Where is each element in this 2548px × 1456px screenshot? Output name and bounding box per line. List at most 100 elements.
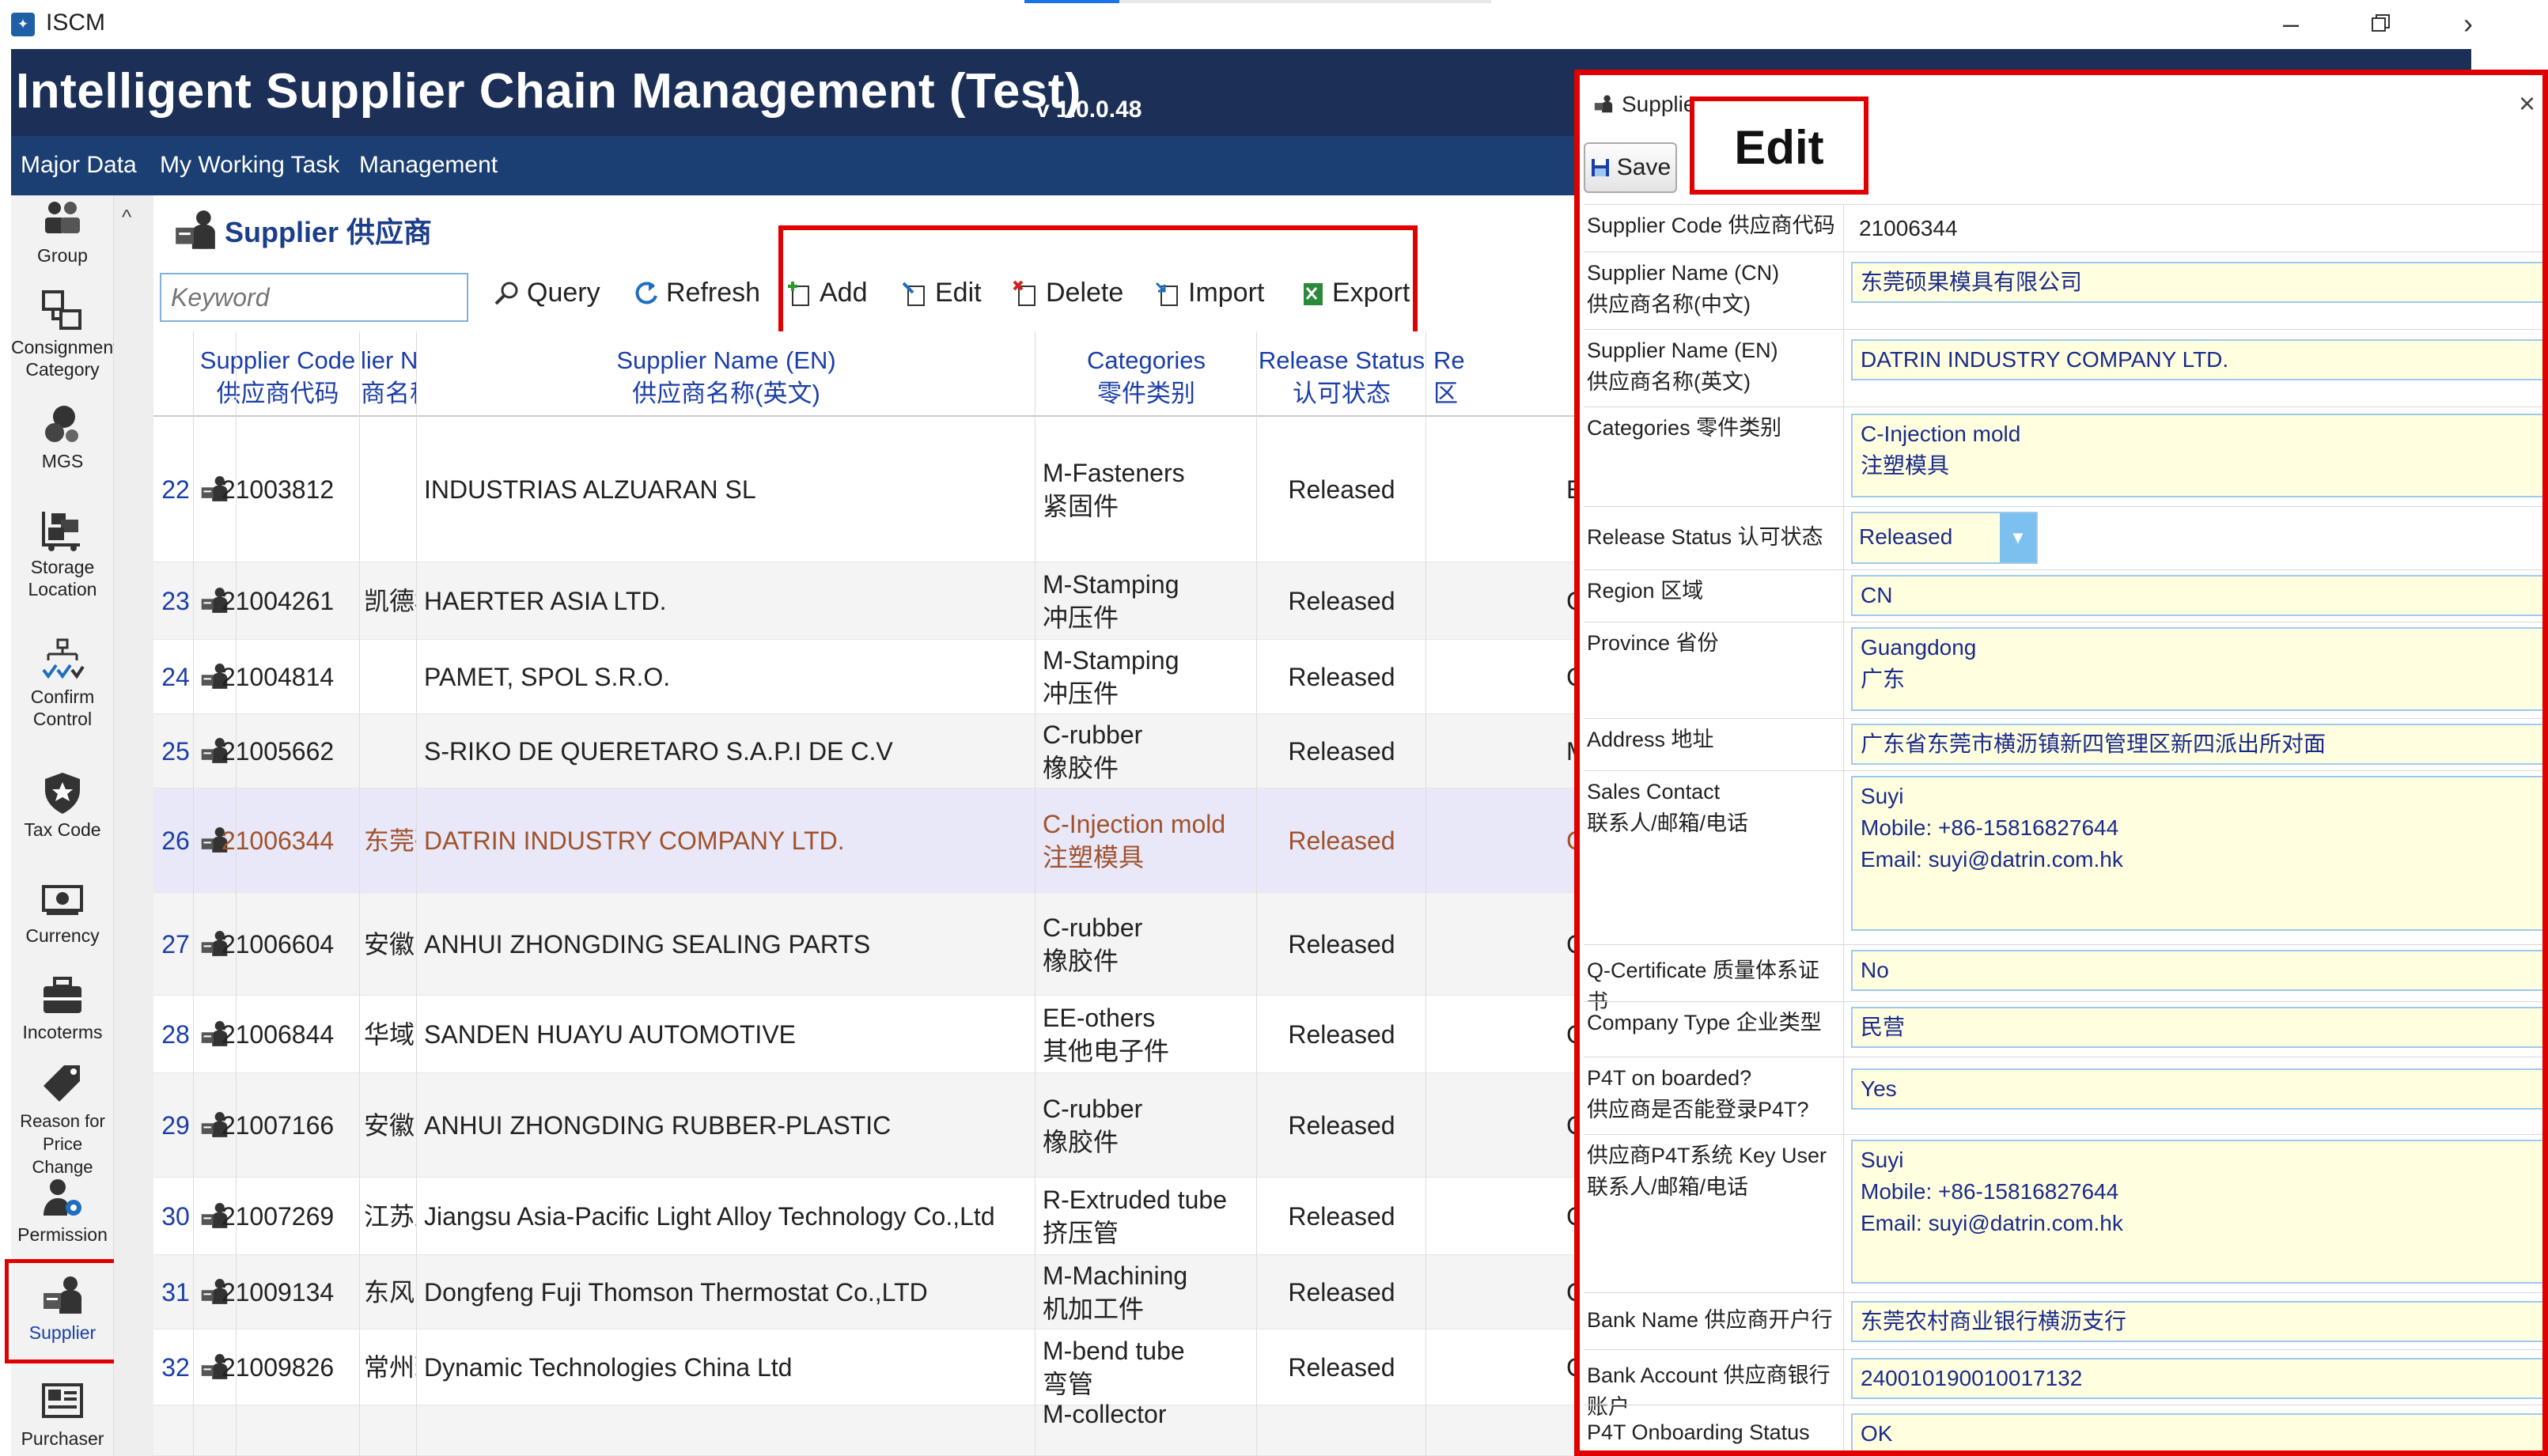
form-row-company-type: Company Type 企业类型 民营	[1584, 1001, 2548, 1057]
query-button[interactable]: Query	[494, 278, 600, 308]
table-row[interactable]: 22 21003812 INDUSTRIAS ALZUARAN SL M-Fasten…	[153, 417, 1577, 562]
cell-categories: C-rubber 橡胶件	[1043, 1095, 1143, 1156]
row-number: 31	[161, 1278, 190, 1307]
supplier-icon	[176, 210, 215, 249]
menu-item-management[interactable]: Management	[359, 152, 498, 179]
sidebar-item-storage-location[interactable]: Storage Location	[11, 509, 114, 600]
sidebar-item-permission[interactable]: Permission	[11, 1176, 114, 1246]
p4t-onboarding-status-field[interactable]: OK	[1851, 1413, 2548, 1454]
cell-supplier-code: 21006344	[221, 826, 335, 855]
sidebar-item-incoterms[interactable]: Incoterms	[11, 974, 114, 1043]
sidebar-scrollbar[interactable]: ^	[114, 195, 153, 1456]
chevron-right-icon[interactable]: ›	[2444, 6, 2492, 41]
cell-supplier-name-en: Dynamic Technologies China Ltd	[424, 1353, 793, 1382]
cell-supplier-name-cn: 华域三电	[364, 1020, 416, 1049]
field-label: Categories 零件类别	[1587, 416, 1782, 440]
supplier-name-en-field[interactable]: DATRIN INDUSTRY COMPANY LTD.	[1851, 339, 2548, 380]
address-field[interactable]: 广东省东莞市横沥镇新四管理区新四派出所对面	[1851, 724, 2548, 765]
sidebar-item-label: Purchaser	[21, 1428, 104, 1449]
col-header-supplier-name-cn[interactable]: lier Name商名称(中	[361, 344, 416, 410]
cell-region: C	[1566, 663, 1577, 691]
sidebar-item-currency[interactable]: Currency	[11, 877, 114, 947]
form-row-region: Region 区域 CN	[1584, 569, 2548, 622]
form-row-province: Province 省份 Guangdong 广东	[1584, 622, 2548, 718]
sidebar-item-reason-price-change[interactable]: Reason for Price Change	[11, 1062, 114, 1178]
company-type-field[interactable]: 民营	[1851, 1007, 2548, 1048]
maximize-icon[interactable]	[2357, 6, 2405, 41]
price-change-tag-icon	[44, 1065, 80, 1102]
bank-account-field[interactable]: 240010190010017132	[1851, 1358, 2548, 1399]
highlight-box-edit-label: Edit	[1690, 96, 1868, 195]
cell-categories: R-Extruded tube 挤压管	[1043, 1186, 1228, 1247]
col-header-supplier-code[interactable]: Supplier Code 供应商代码	[196, 344, 359, 410]
p4t-key-user-field[interactable]: Suyi Mobile: +86-15816827644 Email: suyi@d…	[1851, 1140, 2548, 1284]
sidebar-item-label: Incoterms	[22, 1022, 103, 1042]
storage-location-icon	[42, 512, 80, 551]
table-row[interactable]: 24 21004814 PAMET, SPOL S.R.O. M-Stamping 冲压…	[153, 640, 1577, 714]
supplier-icon	[1594, 95, 1613, 113]
cell-region: C	[1566, 1202, 1577, 1231]
cell-categories: C-rubber 橡胶件	[1043, 913, 1143, 975]
release-status-select[interactable]: Released ▼	[1851, 512, 2038, 564]
row-number: 23	[161, 587, 190, 615]
minimize-icon[interactable]: –	[2267, 6, 2315, 41]
region-field[interactable]: CN	[1851, 575, 2548, 616]
app-title: ISCM	[46, 9, 105, 36]
cell-supplier-code: 21007166	[221, 1111, 335, 1140]
form-row-bank-name: Bank Name 供应商开户行 东莞农村商业银行横沥支行	[1584, 1292, 2548, 1349]
col-header-categories[interactable]: Categories 零件类别	[1036, 344, 1256, 410]
keyword-search-input[interactable]	[160, 273, 468, 322]
refresh-button[interactable]: Refresh	[633, 278, 760, 308]
chevron-down-icon[interactable]: ▼	[2000, 513, 2036, 562]
q-certificate-field[interactable]: No	[1851, 950, 2548, 991]
col-header-release-status[interactable]: Release Status 认可状态	[1258, 344, 1425, 410]
table-row[interactable]: 31 21009134 东风富士 Dongfeng Fuji Thomson Ther…	[153, 1255, 1577, 1329]
chevron-up-icon[interactable]: ^	[122, 205, 131, 229]
col-header-supplier-name-en[interactable]: Supplier Name (EN) 供应商名称(英文)	[418, 344, 1035, 410]
table-row[interactable]: 23 21004261 凯德机械 HAERTER ASIA LTD. M-Stampin…	[153, 562, 1577, 640]
table-row[interactable]: 29 21007166 安徽中鼎 ANHUI ZHONGDING RUBBER-PLA…	[153, 1073, 1577, 1178]
cell-supplier-name-en: HAERTER ASIA LTD.	[424, 587, 667, 615]
form-row-release-status: Release Status 认可状态 Released ▼	[1584, 506, 2548, 569]
field-label: Address 地址	[1587, 728, 1714, 751]
sidebar-item-group[interactable]: Group	[11, 197, 114, 267]
table-row[interactable]: M-collector	[153, 1400, 1577, 1456]
field-label: P4T on boarded? 供应商是否能登录P4T?	[1587, 1066, 1809, 1121]
sidebar-item-mgs[interactable]: MGS	[11, 403, 114, 472]
sidebar-item-purchaser[interactable]: Purchaser	[11, 1380, 114, 1450]
cell-release-status: Released	[1288, 1111, 1395, 1140]
col-header-region[interactable]: Re 区	[1427, 344, 1577, 410]
cell-categories: M-Stamping 冲压件	[1043, 646, 1179, 708]
supplier-name-cn-field[interactable]: 东莞硕果模具有限公司	[1851, 262, 2548, 303]
p4t-onboarded-field[interactable]: Yes	[1851, 1068, 2548, 1110]
mgs-icon	[45, 406, 78, 442]
categories-field[interactable]: C-Injection mold 注塑模具	[1851, 414, 2548, 497]
highlight-box-toolbar-actions	[778, 225, 1418, 339]
cell-supplier-name-cn: 安徽中鼎	[364, 930, 416, 959]
sidebar-item-tax-code[interactable]: Tax Code	[11, 771, 114, 841]
save-button[interactable]: Save	[1584, 142, 1677, 193]
field-label: Supplier Name (CN) 供应商名称(中文)	[1587, 261, 1780, 316]
close-icon[interactable]: ×	[2519, 87, 2535, 120]
table-row[interactable]: 30 21007269 江苏亚太 Jiangsu Asia-Pacific Light…	[153, 1178, 1577, 1255]
sidebar-item-confirm-control[interactable]: Confirm Control	[11, 638, 114, 730]
sidebar-item-consignment-category[interactable]: Consignment Category	[11, 289, 119, 380]
cell-supplier-name-en: PAMET, SPOL S.R.O.	[424, 663, 671, 691]
table-row[interactable]: 25 21005662 S-RIKO DE QUERETARO S.A.P.I DE…	[153, 714, 1577, 789]
table-row[interactable]: 32 21009826 常州瑞信 Dynamic Technologies China…	[153, 1329, 1577, 1405]
table-row[interactable]: 28 21006844 华域三电 SANDEN HUAYU AUTOMOTIVE EE-…	[153, 996, 1577, 1073]
menu-item-my-working-task[interactable]: My Working Task	[160, 152, 339, 179]
cell-categories: C-rubber 橡胶件	[1043, 720, 1143, 782]
sales-contact-field[interactable]: Suyi Mobile: +86-15816827644 Email: suyi@d…	[1851, 776, 2548, 931]
menu-item-major-data[interactable]: Major Data	[21, 152, 137, 179]
province-field[interactable]: Guangdong 广东	[1851, 627, 2548, 711]
permission-icon	[44, 1179, 81, 1216]
form-row-p4t-onboarded: P4T on boarded? 供应商是否能登录P4T? Yes	[1584, 1057, 2548, 1134]
row-number: 27	[161, 930, 190, 959]
cell-supplier-name-cn: 江苏亚太	[364, 1202, 416, 1231]
sidebar-item-label: Tax Code	[24, 819, 101, 840]
cell-release-status: Released	[1288, 1202, 1395, 1231]
bank-name-field[interactable]: 东莞农村商业银行横沥支行	[1851, 1301, 2548, 1342]
table-row[interactable]: 27 21006604 安徽中鼎 ANHUI ZHONGDING SEALING PA…	[153, 893, 1577, 996]
table-row[interactable]: 26 21006344 东莞硕果 DATRIN INDUSTRY COMPANY LT…	[153, 789, 1577, 893]
